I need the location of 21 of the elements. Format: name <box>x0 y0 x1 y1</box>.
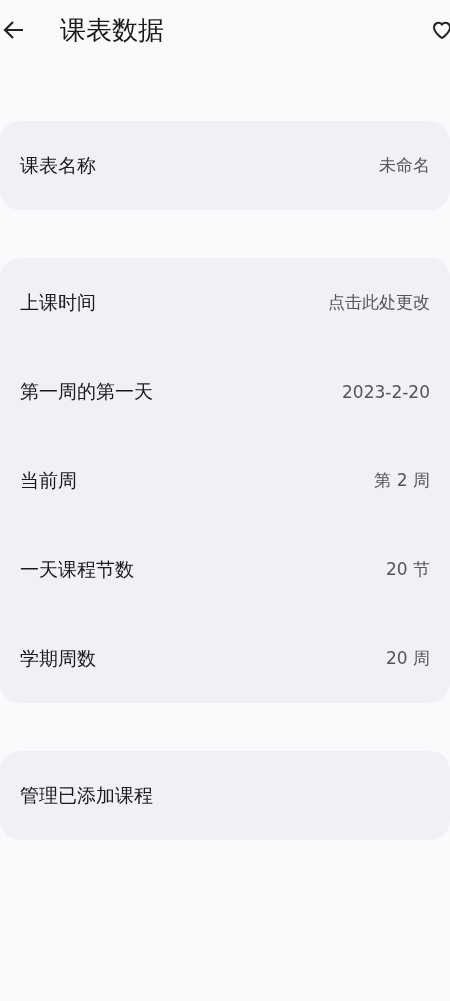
setting-value: 第 2 周 <box>374 469 430 492</box>
setting-value: 20 节 <box>385 558 430 581</box>
setting-value: 20 周 <box>385 647 430 670</box>
setting-label: 第一周的第一天 <box>20 378 153 404</box>
setting-label: 一天课程节数 <box>20 556 134 582</box>
settings-row[interactable]: 学期周数 20 周 <box>0 614 450 703</box>
page-title: 课表数据 <box>60 13 164 47</box>
setting-label: 上课时间 <box>20 289 96 315</box>
settings-row[interactable]: 一天课程节数 20 节 <box>0 525 450 614</box>
setting-value: 未命名 <box>379 154 430 177</box>
setting-label: 学期周数 <box>20 645 96 671</box>
settings-row[interactable]: 管理已添加课程 <box>0 751 450 840</box>
setting-label: 课表名称 <box>20 152 96 178</box>
settings-row[interactable]: 上课时间 点击此处更改 <box>0 258 450 347</box>
setting-value: 2023-2-20 <box>342 381 430 402</box>
settings-row[interactable]: 课表名称 未命名 <box>0 121 450 210</box>
settings-row[interactable]: 当前周 第 2 周 <box>0 436 450 525</box>
setting-value: 点击此处更改 <box>328 291 430 314</box>
settings-row[interactable]: 第一周的第一天 2023-2-20 <box>0 347 450 436</box>
setting-label: 当前周 <box>20 467 77 493</box>
setting-label: 管理已添加课程 <box>20 782 153 808</box>
